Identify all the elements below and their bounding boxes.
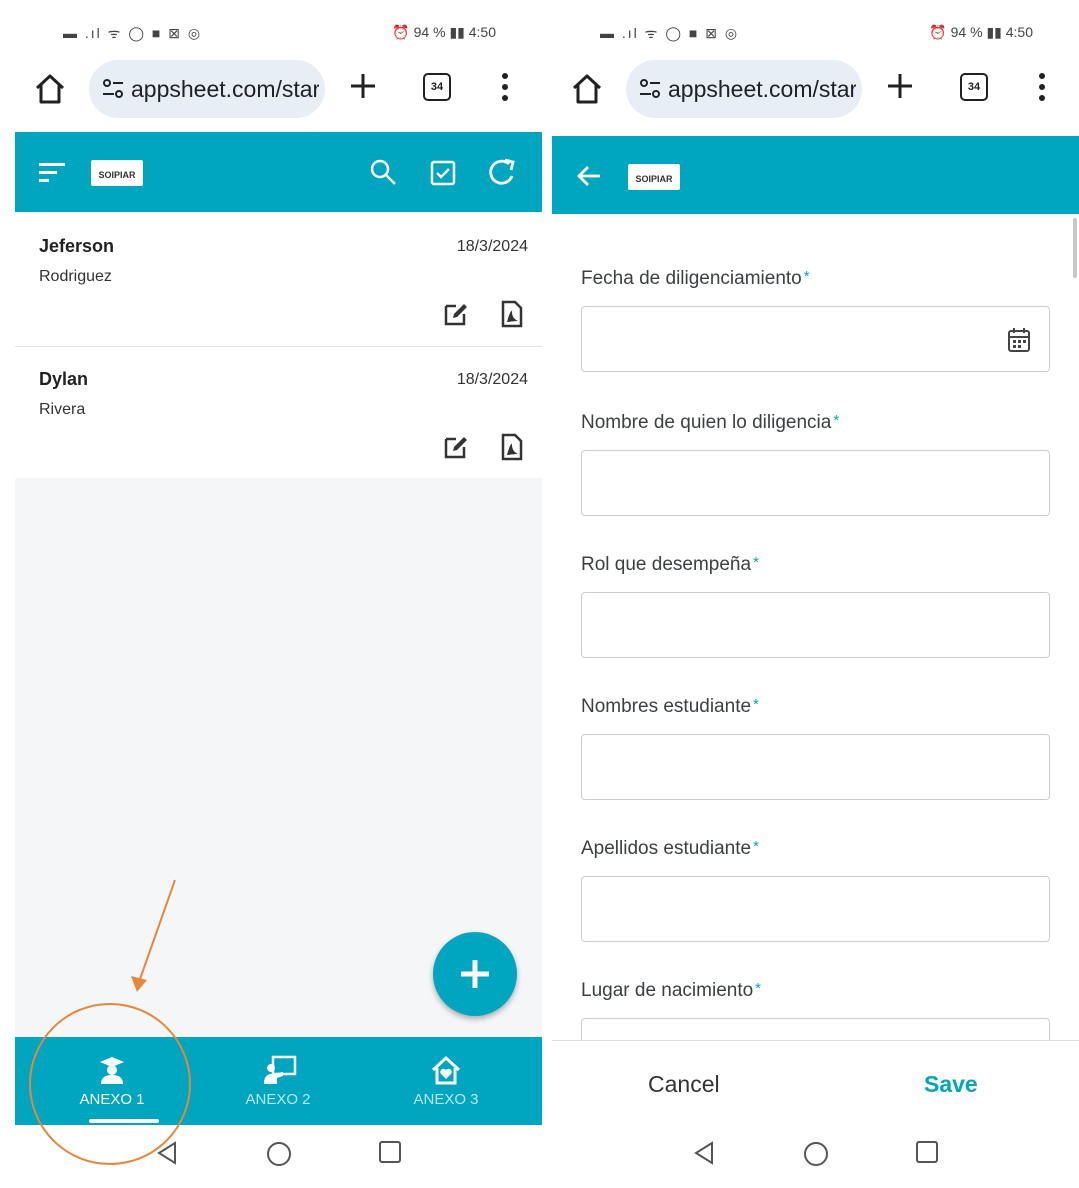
pdf-icon[interactable] (501, 433, 523, 461)
bottom-navigation: ANEXO 1 ANEXO 2 ANEXO 3 (15, 1037, 542, 1125)
nav-label: ANEXO 3 (413, 1091, 479, 1108)
tab-switcher-button[interactable]: 34 (423, 73, 451, 101)
nav-item-anexo-1[interactable]: ANEXO 1 (27, 1037, 197, 1125)
system-navigation-bar (552, 1126, 1079, 1188)
teacher-board-icon (264, 1055, 297, 1084)
field-label-apellidos-estudiante: Apellidos estudiante * (581, 838, 759, 860)
label-text: Nombre de quien lo diligencia (581, 412, 832, 433)
home-icon[interactable] (33, 72, 67, 106)
status-left-icons: ▬ .ıl ᯤ ◯ ■ ⊠ ◎ (600, 25, 740, 41)
field-label-rol: Rol que desempeña * (581, 554, 759, 576)
label-text: Apellidos estudiante (581, 838, 752, 859)
nav-item-anexo-3[interactable]: ANEXO 3 (361, 1037, 531, 1125)
tab-switcher-button[interactable]: 34 (960, 73, 988, 101)
required-asterisk: * (753, 838, 759, 855)
more-vert-icon[interactable] (495, 70, 515, 104)
refresh-icon[interactable] (487, 157, 519, 187)
nav-label: ANEXO 1 (79, 1091, 145, 1108)
system-navigation-bar (15, 1126, 542, 1188)
list-item[interactable]: Dylan Rivera 18/3/2024 (15, 347, 542, 481)
record-date: 18/3/2024 (456, 238, 528, 255)
record-last-name: Rivera (39, 401, 86, 418)
lugar-nacimiento-input[interactable] (581, 1018, 1050, 1040)
home-circle-icon[interactable] (265, 1140, 293, 1168)
plus-icon (461, 960, 489, 988)
edit-icon[interactable] (443, 435, 469, 459)
required-asterisk: * (753, 554, 759, 571)
url-text: appsheet.com/start (668, 76, 856, 102)
required-asterisk: * (803, 268, 810, 285)
nombre-diligencia-input[interactable] (581, 450, 1050, 516)
active-indicator (89, 1119, 159, 1123)
site-settings-icon[interactable] (101, 78, 125, 100)
field-label-lugar-nacimiento: Lugar de nacimiento * (581, 980, 761, 1002)
record-first-name: Jeferson (39, 236, 115, 256)
list-view-screen: ▬ .ıl ᯤ ◯ ■ ⊠ ◎ ⏰ 94 % ▮▮ 4:50 appsheet.… (15, 0, 542, 1188)
edit-icon[interactable] (443, 302, 469, 326)
app-header: SOIPIAR (15, 132, 542, 212)
field-label-nombre-diligencia: Nombre de quien lo diligencia * (581, 412, 839, 434)
required-asterisk: * (833, 412, 840, 429)
app-logo: SOIPIAR (91, 160, 143, 186)
label-text: Fecha de diligenciamiento (581, 268, 802, 289)
back-arrow-icon[interactable] (574, 162, 604, 190)
field-label-nombres-estudiante: Nombres estudiante * (581, 696, 759, 718)
rol-input[interactable] (581, 592, 1050, 658)
form-footer: Cancel Save (552, 1040, 1079, 1127)
add-record-button[interactable] (433, 932, 517, 1016)
label-text: Lugar de nacimiento (581, 980, 754, 1001)
address-bar[interactable]: appsheet.com/start (89, 60, 325, 118)
pdf-icon[interactable] (501, 300, 523, 328)
record-first-name: Dylan (39, 369, 89, 389)
form-body: Fecha de diligenciamiento * Nombre de qui… (552, 214, 1079, 1040)
graduate-icon (100, 1057, 124, 1084)
required-asterisk: * (755, 980, 762, 997)
scrollbar[interactable] (1073, 218, 1077, 278)
label-text: Nombres estudiante (581, 696, 752, 717)
recents-square-icon[interactable] (378, 1140, 402, 1164)
search-icon[interactable] (369, 158, 397, 186)
nombres-estudiante-input[interactable] (581, 734, 1050, 800)
status-bar: ▬ .ıl ᯤ ◯ ■ ⊠ ◎ ⏰ 94 % ▮▮ 4:50 (552, 18, 1079, 48)
record-date: 18/3/2024 (456, 371, 528, 388)
app-header: SOIPIAR (552, 136, 1079, 216)
site-settings-icon[interactable] (638, 78, 662, 100)
nav-label: ANEXO 2 (245, 1091, 311, 1108)
app-logo: SOIPIAR (628, 164, 680, 190)
apellidos-estudiante-input[interactable] (581, 876, 1050, 942)
address-bar[interactable]: appsheet.com/start (626, 60, 862, 118)
back-triangle-icon[interactable] (692, 1140, 716, 1166)
required-asterisk: * (753, 696, 759, 713)
save-button[interactable]: Save (924, 1071, 978, 1098)
new-tab-icon[interactable] (345, 68, 381, 104)
status-left-icons: ▬ .ıl ᯤ ◯ ■ ⊠ ◎ (63, 25, 203, 41)
new-tab-icon[interactable] (882, 68, 918, 104)
status-bar: ▬ .ıl ᯤ ◯ ■ ⊠ ◎ ⏰ 94 % ▮▮ 4:50 (15, 18, 542, 48)
home-circle-icon[interactable] (802, 1140, 830, 1168)
browser-toolbar: appsheet.com/start 34 (15, 56, 542, 126)
form-view-screen: ▬ .ıl ᯤ ◯ ■ ⊠ ◎ ⏰ 94 % ▮▮ 4:50 appsheet.… (552, 0, 1079, 1188)
status-right-info: ⏰ 94 % ▮▮ 4:50 (929, 24, 1033, 40)
url-text: appsheet.com/start (131, 76, 319, 102)
menu-icon[interactable] (39, 162, 67, 184)
more-vert-icon[interactable] (1032, 70, 1052, 104)
status-right-info: ⏰ 94 % ▮▮ 4:50 (392, 24, 496, 40)
home-icon[interactable] (570, 72, 604, 106)
cancel-button[interactable]: Cancel (648, 1071, 720, 1098)
calendar-icon[interactable] (1007, 327, 1031, 353)
house-icon (431, 1055, 461, 1085)
nav-item-anexo-2[interactable]: ANEXO 2 (193, 1037, 363, 1125)
select-checkbox-icon[interactable] (429, 159, 457, 187)
list-item[interactable]: Jeferson Rodriguez 18/3/2024 (15, 214, 542, 348)
record-last-name: Rodriguez (39, 268, 112, 285)
date-field[interactable] (581, 306, 1050, 372)
recents-square-icon[interactable] (915, 1140, 939, 1164)
back-triangle-icon[interactable] (155, 1140, 179, 1166)
browser-toolbar: appsheet.com/start 34 (552, 56, 1079, 126)
label-text: Rol que desempeña (581, 554, 752, 575)
field-label-fecha: Fecha de diligenciamiento * (581, 268, 810, 290)
